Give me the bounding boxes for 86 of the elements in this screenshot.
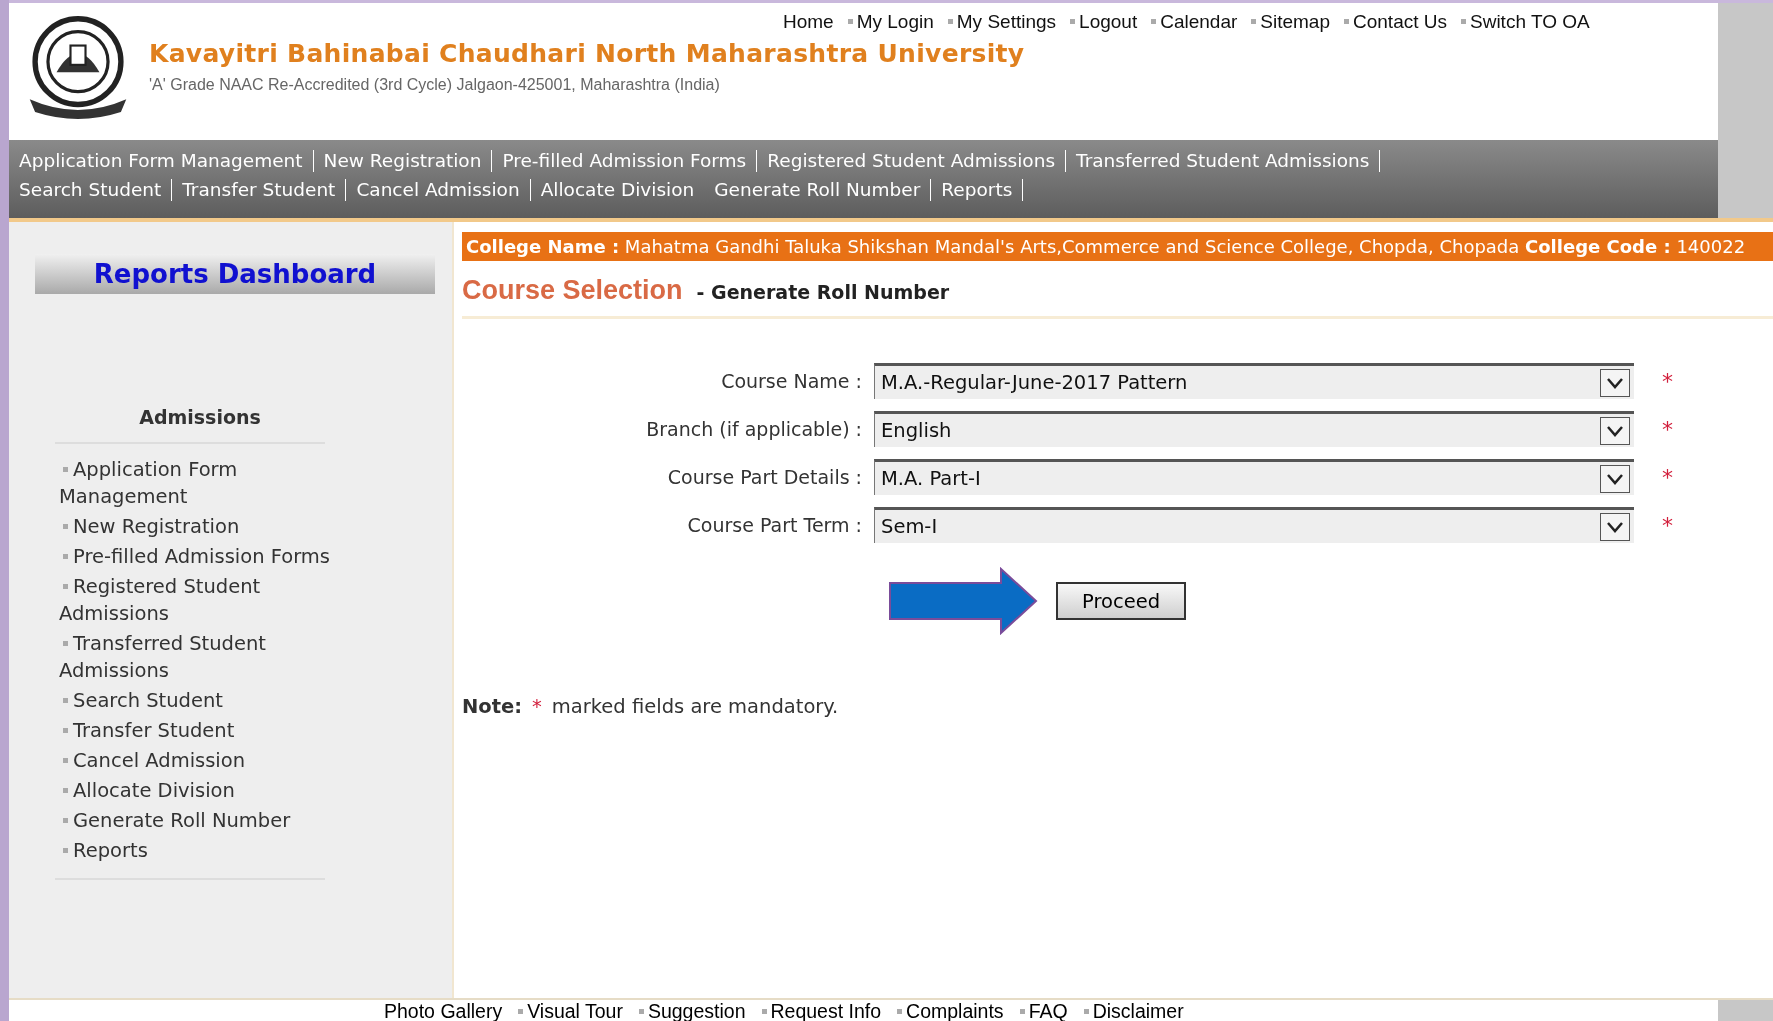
sidebar-link[interactable]: Registered Student Admissions: [59, 573, 369, 627]
university-title: Kavayitri Bahinabai Chaudhari North Maharashtra University: [149, 39, 1025, 68]
bullet-icon: [897, 1009, 903, 1014]
bullet-icon: [1251, 19, 1257, 24]
reports-dashboard-button[interactable]: Reports Dashboard: [35, 254, 435, 294]
nav-link[interactable]: Allocate Division: [540, 179, 705, 201]
nav-link[interactable]: Search Student: [19, 179, 173, 201]
bullet-icon: [1083, 1009, 1089, 1014]
sidebar-link[interactable]: Generate Roll Number: [59, 807, 369, 834]
dropdown-field[interactable]: Sem-I: [874, 507, 1634, 543]
bullet-icon: [761, 1009, 767, 1014]
nav-link[interactable]: Cancel Admission: [356, 179, 531, 201]
footer-link[interactable]: Visual Tour: [518, 1000, 623, 1021]
top-link[interactable]: Home: [783, 11, 834, 33]
page-title: Course Selection: [462, 275, 683, 306]
note-label: Note:: [462, 695, 523, 718]
bullet-icon: [63, 467, 68, 472]
dropdown-field[interactable]: M.A. Part-I: [874, 459, 1634, 495]
dropdown-field[interactable]: M.A.-Regular-June-2017 Pattern: [874, 363, 1634, 399]
bullet-icon: [63, 641, 68, 646]
bullet-icon: [1461, 19, 1466, 24]
sidebar-link[interactable]: Pre-filled Admission Forms: [59, 543, 369, 570]
chevron-down-icon: [1600, 368, 1630, 397]
chevron-down-icon: [1600, 512, 1630, 541]
bullet-icon: [63, 554, 68, 559]
sidebar-link[interactable]: Application Form Management: [59, 456, 369, 510]
bullet-icon: [1344, 19, 1349, 24]
bullet-icon: [63, 818, 68, 823]
bullet-icon: [63, 758, 68, 763]
field-label: Course Part Term :: [686, 514, 863, 536]
top-link[interactable]: Contact Us: [1344, 11, 1447, 33]
bullet-icon: [847, 19, 853, 24]
required-mark: *: [532, 695, 542, 718]
nav-link[interactable]: Generate Roll Number: [714, 179, 932, 201]
footer-link[interactable]: Disclaimer: [1083, 1000, 1184, 1021]
bullet-icon: [1019, 1009, 1025, 1014]
bullet-icon: [947, 19, 953, 24]
nav-link[interactable]: Application Form Management: [19, 150, 314, 172]
required-mark: *: [1662, 368, 1673, 394]
nav-link[interactable]: Reports: [941, 179, 1024, 201]
college-banner: College Name : Mahatma Gandhi Taluka Shikshan Mandal's Arts,Commerce and Science College, Chopda, Chopada College Code : 140022: [462, 232, 1773, 261]
required-mark: *: [1662, 416, 1673, 442]
bullet-icon: [63, 584, 68, 589]
sidebar-link[interactable]: Search Student: [59, 687, 369, 714]
nav-link[interactable]: Transfer Student: [182, 179, 347, 201]
top-link[interactable]: My Login: [847, 11, 934, 33]
nav-link[interactable]: Pre-filled Admission Forms: [502, 150, 758, 172]
bullet-icon: [63, 788, 68, 793]
proceed-button[interactable]: Proceed: [1056, 582, 1186, 620]
note-text: marked fields are mandatory.: [551, 695, 839, 718]
bullet-icon: [63, 728, 68, 733]
top-link[interactable]: Logout: [1070, 11, 1138, 33]
sidebar-link[interactable]: New Registration: [59, 513, 369, 540]
field-label: Branch (if applicable) :: [645, 418, 863, 440]
bullet-icon: [638, 1009, 644, 1014]
page-subtitle: - Generate Roll Number: [696, 281, 950, 303]
bullet-icon: [63, 524, 68, 529]
chevron-down-icon: [1600, 416, 1630, 445]
top-link[interactable]: Sitemap: [1251, 11, 1330, 33]
footer-link[interactable]: FAQ: [1019, 1000, 1068, 1021]
top-link[interactable]: My Settings: [947, 11, 1057, 33]
dropdown-field[interactable]: English: [874, 411, 1634, 447]
nav-link[interactable]: Transferred Student Admissions: [1076, 150, 1381, 172]
bullet-icon: [518, 1009, 524, 1014]
section-title: Admissions: [138, 406, 262, 428]
bullet-icon: [1151, 19, 1157, 24]
top-link[interactable]: Switch TO OA: [1461, 11, 1590, 33]
sidebar-link[interactable]: Transferred Student Admissions: [59, 630, 369, 684]
required-mark: *: [1662, 512, 1673, 538]
bullet-icon: [63, 848, 68, 853]
sidebar-link[interactable]: Allocate Division: [59, 777, 369, 804]
nav-link[interactable]: New Registration: [323, 150, 493, 172]
field-label: Course Part Details :: [666, 466, 863, 488]
university-subtitle: 'A' Grade NAAC Re-Accredited (3rd Cycle) Jalgaon-425001, Maharashtra (India): [149, 76, 721, 94]
top-link[interactable]: Calendar: [1151, 11, 1238, 33]
chevron-down-icon: [1600, 464, 1630, 493]
bullet-icon: [1070, 19, 1076, 24]
arrow-right-icon: [888, 567, 1038, 635]
sidebar-link[interactable]: Cancel Admission: [59, 747, 369, 774]
scrollbar-strip: [1718, 1000, 1773, 1021]
bullet-icon: [63, 698, 68, 703]
nav-link[interactable]: Registered Student Admissions: [767, 150, 1067, 172]
sidebar-link[interactable]: Transfer Student: [59, 717, 369, 744]
sidebar-link[interactable]: Reports: [59, 837, 369, 864]
required-mark: *: [1662, 464, 1673, 490]
field-label: Course Name :: [720, 370, 863, 392]
